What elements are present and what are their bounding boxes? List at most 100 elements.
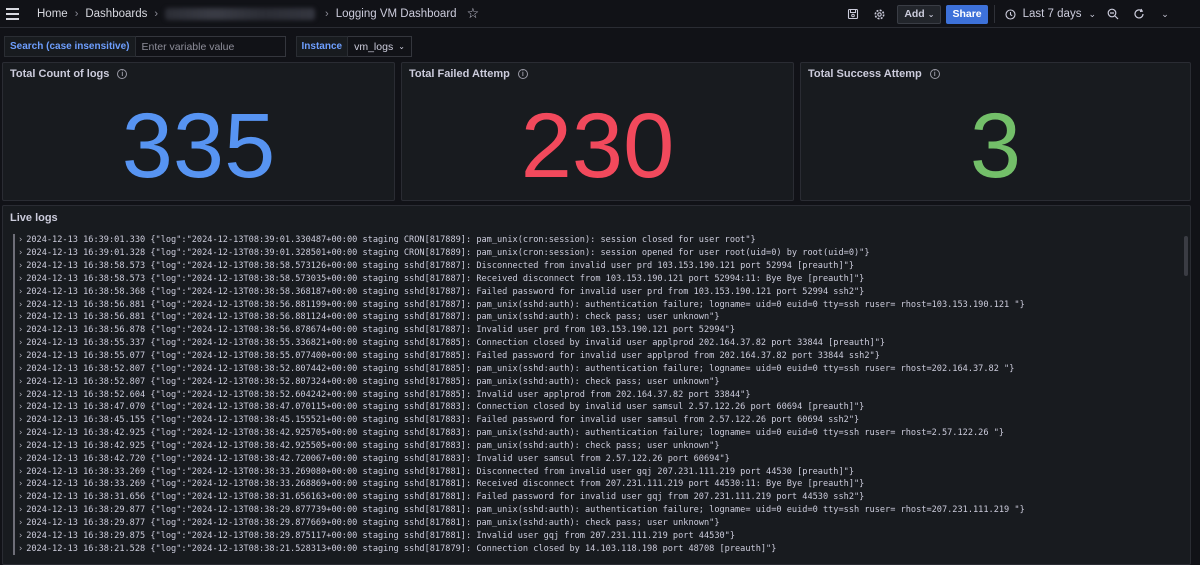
chevron-down-icon: ⌄ [927,9,935,19]
chevron-right-icon[interactable]: › [18,300,23,310]
stat-value-failed-attempts: 230 [520,94,675,197]
chevron-right-icon[interactable]: › [18,492,23,502]
chevron-right-icon: › [325,7,329,20]
chevron-right-icon[interactable]: › [18,364,23,374]
refresh-interval-chevron-icon[interactable]: ⌄ [1152,3,1178,25]
log-row[interactable]: › 2024-12-13 16:38:29.875 {"log":"2024-12… [13,529,1184,543]
log-row-text: 2024-12-13 16:38:29.877 {"log":"2024-12-… [26,517,720,528]
log-row[interactable]: › 2024-12-13 16:38:55.337 {"log":"2024-12… [13,336,1184,350]
instance-variable-select[interactable]: vm_logs ⌄ [348,36,412,57]
share-button[interactable]: Share [946,4,988,24]
panel-title-text: Total Success Attemp [808,68,922,80]
panel-title: Total Failed Attemp i [409,68,528,80]
chevron-right-icon[interactable]: › [18,454,23,464]
chevron-right-icon[interactable]: › [18,441,23,451]
log-row[interactable]: › 2024-12-13 16:38:29.877 {"log":"2024-12… [13,516,1184,530]
chevron-right-icon: › [154,7,159,20]
log-row-text: 2024-12-13 16:38:33.269 {"log":"2024-12-… [26,479,865,490]
log-row[interactable]: › 2024-12-13 16:38:56.881 {"log":"2024-12… [13,298,1184,312]
zoom-out-icon[interactable] [1100,3,1126,25]
chevron-right-icon[interactable]: › [18,287,23,297]
refresh-icon[interactable] [1126,3,1152,25]
chevron-right-icon[interactable]: › [18,261,23,271]
panel-title: Live logs [10,212,58,224]
log-row[interactable]: › 2024-12-13 16:39:01.328 {"log":"2024-12… [13,246,1184,260]
chevron-right-icon[interactable]: › [18,505,23,515]
scrollbar[interactable] [1184,236,1188,276]
log-row-text: 2024-12-13 16:38:56.881 {"log":"2024-12-… [26,299,1025,310]
stat-panel-success-attempts[interactable]: Total Success Attemp i 3 [800,62,1191,201]
chevron-right-icon[interactable]: › [18,338,23,348]
info-icon[interactable]: i [929,69,940,79]
log-row[interactable]: › 2024-12-13 16:38:56.881 {"log":"2024-12… [13,311,1184,324]
log-row[interactable]: › 2024-12-13 16:38:33.269 {"log":"2024-12… [13,465,1184,479]
log-row[interactable]: › 2024-12-13 16:38:58.573 {"log":"2024-12… [13,259,1184,273]
chevron-down-icon: ⌄ [398,42,405,51]
time-range-label: Last 7 days [1022,8,1082,20]
log-row[interactable]: › 2024-12-13 16:38:58.368 {"log":"2024-12… [13,285,1184,299]
chevron-right-icon[interactable]: › [18,351,23,361]
save-icon[interactable] [840,3,866,25]
log-row-text: 2024-12-13 16:38:56.878 {"log":"2024-12-… [26,325,736,336]
log-row[interactable]: › 2024-12-13 16:38:45.155 {"log":"2024-12… [13,413,1184,427]
chevron-right-icon[interactable]: › [18,312,23,322]
page-title: Logging VM Dashboard [335,7,457,20]
log-row-text: 2024-12-13 16:38:56.881 {"log":"2024-12-… [26,312,720,323]
log-row[interactable]: › 2024-12-13 16:38:52.807 {"log":"2024-12… [13,362,1184,376]
chevron-right-icon[interactable]: › [18,415,23,425]
variables-bar: Search (case insensitive) Instance vm_lo… [4,36,412,57]
log-row[interactable]: › 2024-12-13 16:38:29.877 {"log":"2024-12… [13,503,1184,517]
log-row-text: 2024-12-13 16:38:55.337 {"log":"2024-12-… [26,338,886,349]
chevron-right-icon[interactable]: › [18,235,23,245]
chevron-right-icon[interactable]: › [18,377,23,387]
chevron-right-icon[interactable]: › [18,428,23,438]
star-icon[interactable]: ☆ [467,5,480,22]
breadcrumb-home[interactable]: Home [37,8,68,20]
log-row-text: 2024-12-13 16:38:21.528 {"log":"2024-12-… [26,543,777,554]
chevron-right-icon[interactable]: › [18,325,23,335]
log-row[interactable]: › 2024-12-13 16:38:31.656 {"log":"2024-12… [13,490,1184,504]
chevron-right-icon[interactable]: › [18,518,23,528]
log-row[interactable]: › 2024-12-13 16:38:58.573 {"log":"2024-12… [13,272,1184,286]
log-row-text: 2024-12-13 16:38:52.604 {"log":"2024-12-… [26,389,751,400]
add-button-label: Add [904,8,925,20]
chevron-right-icon[interactable]: › [18,390,23,400]
chevron-right-icon[interactable]: › [18,248,23,258]
log-row[interactable]: › 2024-12-13 16:38:47.070 {"log":"2024-12… [13,400,1184,414]
log-row[interactable]: › 2024-12-13 16:38:52.604 {"log":"2024-12… [13,388,1184,401]
panel-title-text: Total Count of logs [10,68,110,80]
log-row-text: 2024-12-13 16:38:42.925 {"log":"2024-12-… [26,428,1005,439]
gear-icon[interactable] [866,3,892,25]
breadcrumb-folder-redacted[interactable] [165,7,316,20]
chevron-right-icon[interactable]: › [18,544,23,554]
stat-panel-total-count[interactable]: Total Count of logs i 335 [2,62,395,201]
log-row-text: 2024-12-13 16:38:58.573 {"log":"2024-12-… [26,261,855,272]
search-variable-input[interactable] [135,36,286,57]
info-icon[interactable]: i [517,69,528,79]
log-row[interactable]: › 2024-12-13 16:39:01.330 {"log":"2024-12… [13,234,1184,247]
chevron-right-icon[interactable]: › [18,274,23,284]
log-row[interactable]: › 2024-12-13 16:38:42.925 {"log":"2024-12… [13,439,1184,453]
log-row[interactable]: › 2024-12-13 16:38:33.269 {"log":"2024-12… [13,478,1184,491]
stat-panel-failed-attempts[interactable]: Total Failed Attemp i 230 [401,62,794,201]
panel-title: Total Count of logs i [10,68,128,80]
log-row[interactable]: › 2024-12-13 16:38:56.878 {"log":"2024-12… [13,323,1184,337]
chevron-right-icon[interactable]: › [18,531,23,541]
log-lines-list[interactable]: › 2024-12-13 16:39:01.330 {"log":"2024-12… [13,234,1184,564]
log-row-text: 2024-12-13 16:38:52.807 {"log":"2024-12-… [26,363,1015,374]
log-row[interactable]: › 2024-12-13 16:38:55.077 {"log":"2024-12… [13,349,1184,363]
chevron-right-icon[interactable]: › [18,467,23,477]
breadcrumb-dashboards[interactable]: Dashboards [85,8,147,20]
log-row[interactable]: › 2024-12-13 16:38:52.807 {"log":"2024-12… [13,375,1184,389]
chevron-right-icon[interactable]: › [18,479,23,489]
menu-icon[interactable] [5,4,29,24]
log-row-text: 2024-12-13 16:38:58.368 {"log":"2024-12-… [26,286,865,297]
log-row-text: 2024-12-13 16:38:47.070 {"log":"2024-12-… [26,402,865,413]
info-icon[interactable]: i [117,69,128,79]
log-row[interactable]: › 2024-12-13 16:38:21.528 {"log":"2024-12… [13,542,1184,556]
add-button[interactable]: Add ⌄ [897,4,942,24]
chevron-right-icon[interactable]: › [18,402,23,412]
log-row[interactable]: › 2024-12-13 16:38:42.925 {"log":"2024-12… [13,426,1184,440]
log-row[interactable]: › 2024-12-13 16:38:42.720 {"log":"2024-12… [13,452,1184,466]
time-range-picker[interactable]: Last 7 days ⌄ [1001,8,1100,20]
